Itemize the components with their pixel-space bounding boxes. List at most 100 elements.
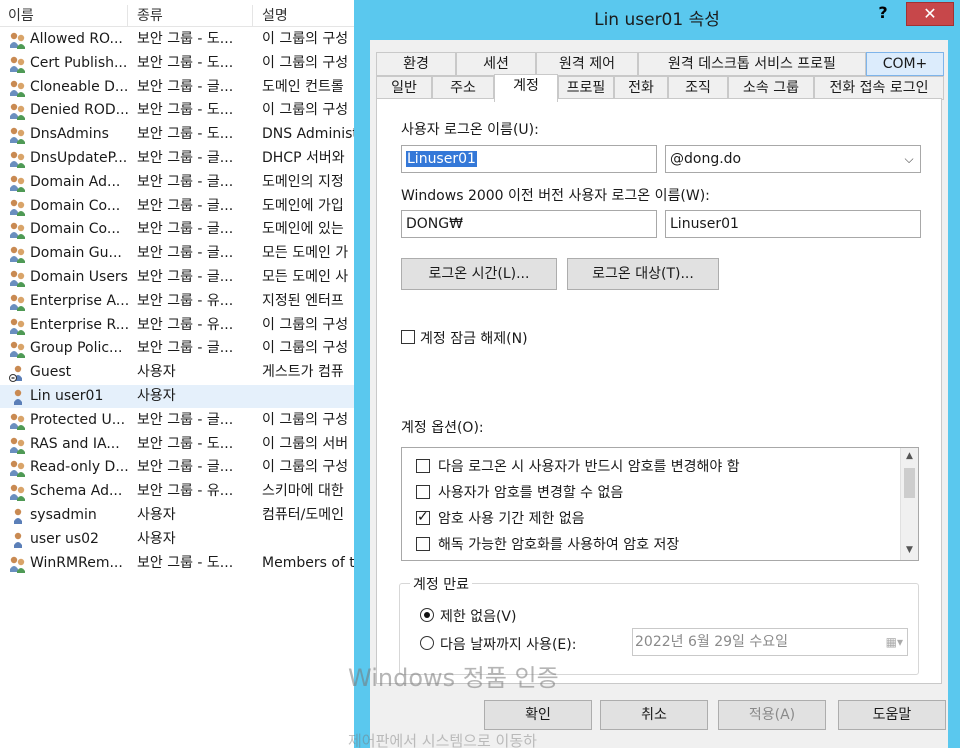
row-name: Domain Users — [30, 269, 128, 285]
tab-account[interactable]: 계정 — [494, 74, 558, 102]
account-option-checkbox[interactable] — [416, 485, 430, 499]
list-row[interactable]: Denied ROD... 보안 그룹 - 도... 이 그룹의 구성 — [0, 99, 356, 122]
tab-member-of[interactable]: 소속 그룹 — [728, 76, 814, 100]
row-description: DNS Administ — [262, 126, 356, 143]
row-description: 이 그룹의 구성 — [262, 102, 349, 119]
scroll-thumb[interactable] — [904, 468, 915, 498]
account-option-checkbox[interactable] — [416, 509, 430, 525]
row-name: Denied ROD... — [30, 102, 128, 119]
options-scrollbar[interactable]: ▲ ▼ — [900, 448, 918, 560]
list-row[interactable]: user us02 사용자 — [0, 528, 356, 551]
dialog-client-area: 환경 세션 원격 제어 원격 데스크톱 서비스 프로필 COM+ 일반 주소 계… — [370, 40, 948, 748]
scroll-down-icon[interactable]: ▼ — [901, 542, 918, 558]
tab-rds-profile[interactable]: 원격 데스크톱 서비스 프로필 — [638, 52, 866, 76]
row-name: sysadmin — [30, 507, 97, 523]
row-description: 도메인 컨트롤 — [262, 78, 344, 95]
unlock-account-checkbox[interactable] — [401, 330, 415, 344]
row-type: 사용자 — [137, 530, 176, 547]
account-options-list[interactable]: 다음 로그온 시 사용자가 반드시 암호를 변경해야 함 사용자가 암호를 변경할… — [401, 447, 919, 561]
list-row[interactable]: RAS and IA... 보안 그룹 - 도... 이 그룹의 서버 — [0, 433, 356, 456]
row-description: 지정된 엔터프 — [262, 292, 344, 309]
row-name: Schema Ad... — [30, 483, 123, 500]
end-of-radio[interactable] — [420, 636, 434, 650]
apply-button[interactable]: 적용(A) — [718, 700, 826, 730]
list-row[interactable]: Enterprise A... 보안 그룹 - 유... 지정된 엔터프 — [0, 290, 356, 313]
column-header-name[interactable]: 이름 — [0, 5, 128, 27]
list-row[interactable]: Domain Co... 보안 그룹 - 글... 도메인에 가입 — [0, 195, 356, 218]
tab-address[interactable]: 주소 — [432, 76, 494, 100]
group-icon — [8, 174, 28, 193]
row-description: 스키마에 대한 — [262, 483, 344, 500]
list-row[interactable]: Cloneable D... 보안 그룹 - 글... 도메인 컨트롤 — [0, 76, 356, 99]
row-type: 사용자 — [137, 388, 176, 404]
list-row[interactable]: Domain Ad... 보안 그룹 - 글... 도메인의 지정 — [0, 171, 356, 194]
list-row[interactable]: sysadmin 사용자 컴퓨터/도메인 — [0, 504, 356, 527]
row-type: 보안 그룹 - 글... — [137, 340, 234, 357]
scroll-up-icon[interactable]: ▲ — [901, 448, 918, 464]
group-icon — [8, 102, 28, 122]
row-name: Domain Co... — [30, 221, 121, 238]
group-icon — [8, 79, 28, 98]
logon-hours-button[interactable]: 로그온 시간(L)... — [401, 258, 557, 290]
tab-environment[interactable]: 환경 — [376, 52, 456, 76]
cancel-button[interactable]: 취소 — [600, 700, 708, 730]
tab-com-plus[interactable]: COM+ — [866, 52, 944, 76]
tab-general[interactable]: 일반 — [376, 76, 432, 100]
pre2000-domain-input[interactable]: DONG₩ — [401, 210, 657, 238]
list-row[interactable]: Cert Publish... 보안 그룹 - 도... 이 그룹의 구성 — [0, 52, 356, 75]
row-description: 도메인에 가입 — [262, 197, 344, 214]
pre2000-name-input[interactable]: Linuser01 — [665, 210, 921, 238]
row-type: 보안 그룹 - 도... — [137, 554, 234, 571]
row-description: DHCP 서버와 — [262, 150, 345, 166]
column-header-type[interactable]: 종류 — [129, 5, 253, 27]
row-description: 이 그룹의 구성 — [262, 340, 349, 357]
row-description: 모든 도메인 사 — [262, 269, 349, 285]
group-icon — [8, 436, 28, 455]
tab-remote-control[interactable]: 원격 제어 — [536, 52, 638, 76]
list-row[interactable]: WinRMRem... 보안 그룹 - 도... Members of t — [0, 552, 356, 575]
upn-suffix-combo[interactable]: @dong.do ⌵ — [665, 145, 921, 173]
list-row[interactable]: DnsAdmins 보안 그룹 - 도... DNS Administ — [0, 123, 356, 146]
list-row[interactable]: Enterprise R... 보안 그룹 - 유... 이 그룹의 구성 — [0, 314, 356, 337]
tab-profile[interactable]: 프로필 — [558, 76, 614, 100]
disabled-user-icon — [8, 364, 28, 383]
never-expires-radio[interactable] — [420, 608, 434, 622]
logon-name-value: Linuser01 — [406, 151, 477, 167]
tab-telephones[interactable]: 전화 — [614, 76, 668, 100]
help-button[interactable]: 도움말 — [838, 700, 946, 730]
expiry-date-picker[interactable]: 2022년 6월 29일 수요일 ▦▾ — [632, 628, 908, 656]
list-row[interactable]: Allowed RO... 보안 그룹 - 도... 이 그룹의 구성 — [0, 28, 356, 51]
list-row[interactable]: Schema Ad... 보안 그룹 - 유... 스키마에 대한 — [0, 480, 356, 503]
row-name: Protected U... — [30, 411, 126, 428]
object-list: 이름 종류 설명 Allowed RO... 보안 그룹 - 도... 이 그룹의 … — [0, 0, 356, 748]
list-row[interactable]: Guest 사용자 게스트가 컴퓨 — [0, 361, 356, 384]
tab-organization[interactable]: 조직 — [668, 76, 728, 100]
row-type: 사용자 — [137, 507, 176, 523]
tab-sessions[interactable]: 세션 — [456, 52, 536, 76]
ok-button[interactable]: 확인 — [484, 700, 592, 730]
logon-name-input[interactable]: Linuser01 — [401, 145, 657, 173]
list-row[interactable]: Domain Gu... 보안 그룹 - 글... 모든 도메인 가 — [0, 242, 356, 265]
row-type: 보안 그룹 - 글... — [137, 269, 234, 285]
activation-watermark-sub: 제어판에서 시스템으로 이동하 — [348, 732, 537, 748]
list-row[interactable]: Group Polic... 보안 그룹 - 글... 이 그룹의 구성 — [0, 337, 356, 360]
title-help-button[interactable]: ? — [863, 2, 903, 26]
row-name: RAS and IA... — [30, 435, 120, 452]
row-type: 보안 그룹 - 도... — [137, 31, 234, 47]
list-row[interactable]: Lin user01 사용자 — [0, 385, 356, 408]
account-option-checkbox[interactable] — [416, 537, 430, 551]
list-row[interactable]: Domain Co... 보안 그룹 - 글... 도메인에 있는 — [0, 218, 356, 241]
list-row[interactable]: DnsUpdateP... 보안 그룹 - 글... DHCP 서버와 — [0, 147, 356, 170]
row-description: 컴퓨터/도메인 — [262, 507, 344, 523]
title-close-button[interactable]: ✕ — [906, 2, 954, 26]
column-header-description[interactable]: 설명 — [254, 5, 356, 27]
list-row[interactable]: Read-only D... 보안 그룹 - 글... 이 그룹의 구성 — [0, 456, 356, 479]
account-option-label: 해독 가능한 암호화를 사용하여 암호 저장 — [438, 537, 680, 553]
account-option-checkbox[interactable] — [416, 459, 430, 473]
group-icon — [8, 483, 28, 503]
list-row[interactable]: Protected U... 보안 그룹 - 글... 이 그룹의 구성 — [0, 409, 356, 432]
logon-to-button[interactable]: 로그온 대상(T)... — [567, 258, 719, 290]
row-type: 보안 그룹 - 유... — [137, 292, 234, 309]
list-row[interactable]: Domain Users 보안 그룹 - 글... 모든 도메인 사 — [0, 266, 356, 289]
tab-dial-in[interactable]: 전화 접속 로그인 — [814, 76, 944, 100]
